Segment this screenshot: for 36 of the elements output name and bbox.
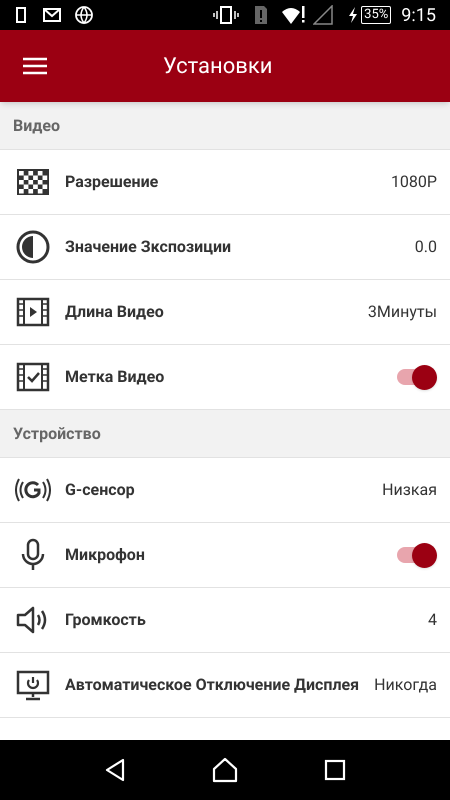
mail-icon [42, 7, 62, 23]
setting-value: 3Минуты [368, 302, 437, 322]
sim-alert-icon [253, 5, 270, 25]
wifi-alert-icon [281, 5, 308, 25]
toggle-switch[interactable] [395, 364, 437, 390]
setting-value: Низкая [382, 480, 437, 500]
phone-icon [14, 6, 28, 24]
vibrate-icon [213, 6, 240, 24]
home-icon [212, 757, 238, 783]
section-header: Видео [13, 114, 60, 136]
globe-icon [74, 5, 94, 25]
setting-label: Разрешение [65, 171, 158, 193]
contrast-icon [15, 229, 51, 265]
setting-label: Длина Видео [65, 301, 164, 323]
battery-level: 35% [361, 6, 392, 24]
setting-label: Автоматическое Отключение Дисплея [65, 674, 360, 696]
signal-icon [313, 5, 334, 25]
menu-button[interactable] [22, 56, 48, 76]
setting-value: Никогда [374, 674, 437, 696]
section-header: Устройство [13, 422, 101, 444]
setting-value: 4 [428, 610, 437, 630]
setting-label: Громкость [65, 609, 146, 631]
setting-label: Микрофон [65, 544, 145, 566]
home-button[interactable] [210, 755, 240, 785]
app-title: Установки [163, 52, 272, 80]
recents-icon [324, 759, 346, 781]
charging-icon [347, 6, 360, 24]
setting-label: Метка Видео [65, 366, 164, 388]
setting-value: 0.0 [414, 236, 437, 258]
setting-value: 1080P [390, 172, 437, 192]
setting-label: G-сенсор [65, 479, 135, 501]
setting-label: Значение Зкспозиции [65, 236, 232, 258]
clock-time: 9:15 [401, 4, 436, 28]
menu-icon [22, 57, 48, 75]
toggle-switch[interactable] [395, 542, 437, 568]
back-icon [104, 758, 126, 782]
